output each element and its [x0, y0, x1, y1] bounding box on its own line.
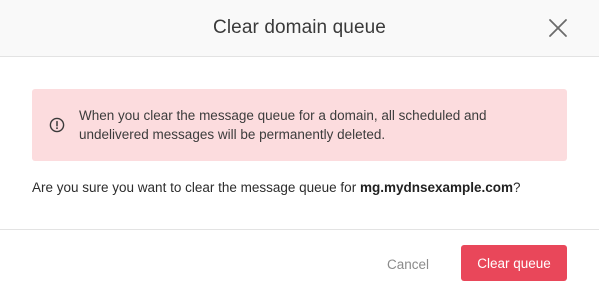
- dialog-footer: Cancel Clear queue: [0, 229, 599, 298]
- domain-name: mg.mydnsexample.com: [359, 180, 513, 195]
- clear-domain-queue-dialog: Clear domain queue When you clear the me…: [0, 0, 599, 298]
- cancel-button[interactable]: Cancel: [387, 253, 429, 276]
- alert-message: When you clear the message queue for a d…: [79, 108, 487, 142]
- exclamation-circle-icon: [49, 117, 65, 133]
- close-button[interactable]: [548, 18, 568, 38]
- clear-queue-button[interactable]: Clear queue: [461, 245, 567, 281]
- warning-alert: When you clear the message queue for a d…: [32, 89, 567, 161]
- confirmation-prefix: Are you sure you want to clear the messa…: [32, 180, 360, 195]
- close-icon: [549, 19, 567, 37]
- dialog-header: Clear domain queue: [0, 0, 599, 57]
- confirmation-question: Are you sure you want to clear the messa…: [32, 180, 567, 195]
- dialog-body: When you clear the message queue for a d…: [0, 57, 599, 195]
- confirmation-suffix: ?: [513, 180, 521, 195]
- dialog-title: Clear domain queue: [213, 17, 386, 38]
